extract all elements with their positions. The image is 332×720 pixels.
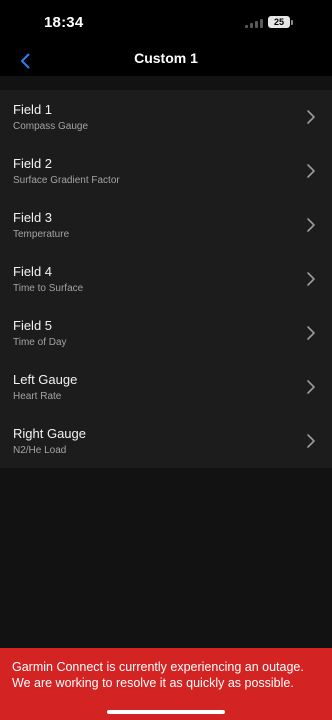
field-label: Field 5: [13, 318, 53, 333]
field-label: Left Gauge: [13, 372, 78, 387]
field-label: Field 4: [13, 264, 53, 279]
field-value: Time to Surface: [13, 283, 84, 294]
page-title: Custom 1: [134, 50, 198, 66]
chevron-right-icon: [307, 218, 315, 232]
field-value: N2/He Load: [13, 445, 67, 456]
field-list: Field 1 Compass Gauge Field 2 Surface Gr…: [0, 90, 332, 468]
outage-message: Garmin Connect is currently experiencing…: [12, 660, 304, 690]
status-time: 18:34: [44, 14, 84, 31]
cellular-signal-icon: [245, 19, 263, 28]
field-value: Time of Day: [13, 337, 67, 348]
field-label: Field 2: [13, 156, 53, 171]
chevron-right-icon: [307, 434, 315, 448]
home-indicator[interactable]: [107, 710, 225, 714]
field-row-1[interactable]: Field 1 Compass Gauge: [0, 90, 332, 144]
chevron-right-icon: [307, 326, 315, 340]
chevron-right-icon: [307, 110, 315, 124]
field-value: Temperature: [13, 229, 70, 240]
field-label: Field 3: [13, 210, 53, 225]
field-row-5[interactable]: Field 5 Time of Day: [0, 306, 332, 360]
chevron-right-icon: [307, 272, 315, 286]
field-value: Surface Gradient Factor: [13, 175, 120, 186]
chevron-right-icon: [307, 380, 315, 394]
field-value: Compass Gauge: [13, 121, 89, 132]
battery-tip: [291, 20, 293, 25]
content-area: Field 1 Compass Gauge Field 2 Surface Gr…: [0, 76, 332, 648]
field-label: Right Gauge: [13, 426, 86, 441]
field-row-6[interactable]: Left Gauge Heart Rate: [0, 360, 332, 414]
battery-icon: 25: [268, 16, 290, 28]
field-row-7[interactable]: Right Gauge N2/He Load: [0, 414, 332, 468]
field-row-3[interactable]: Field 3 Temperature: [0, 198, 332, 252]
field-label: Field 1: [13, 102, 53, 117]
battery-level: 25: [273, 17, 284, 27]
nav-bar: Custom 1: [0, 44, 332, 76]
field-row-2[interactable]: Field 2 Surface Gradient Factor: [0, 144, 332, 198]
field-value: Heart Rate: [13, 391, 62, 402]
status-bar: 18:34 25: [0, 0, 332, 44]
field-row-4[interactable]: Field 4 Time to Surface: [0, 252, 332, 306]
chevron-right-icon: [307, 164, 315, 178]
